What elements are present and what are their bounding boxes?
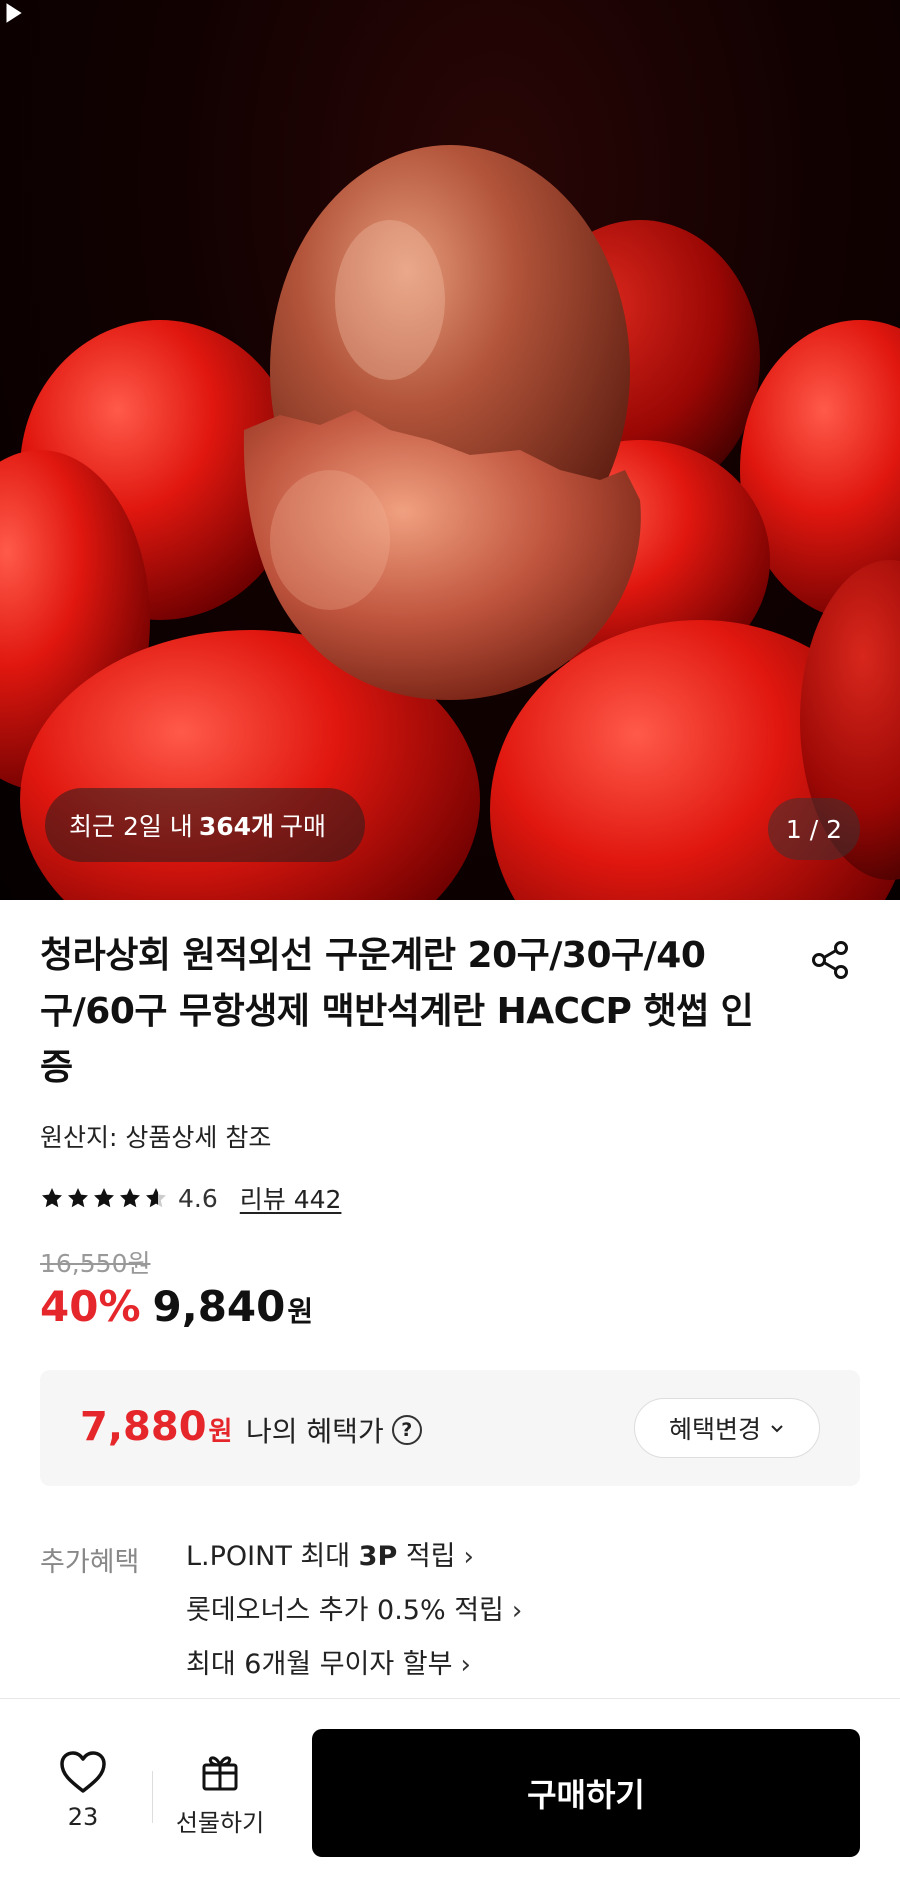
star-icon	[120, 1188, 140, 1208]
extra-benefit-installment[interactable]: 최대 6개월 무이자 할부 ›	[186, 1648, 522, 1702]
gift-button[interactable]: 선물하기	[170, 1749, 270, 1838]
divider	[152, 1771, 153, 1823]
buy-button[interactable]: 구매하기	[312, 1729, 860, 1857]
rating-stars	[40, 1186, 168, 1210]
extra-item-text: L.POINT 최대 3P 적립	[186, 1540, 456, 1574]
rating-row: 4.6 리뷰 442	[40, 1180, 341, 1216]
bottom-action-bar: 23 선물하기 구매하기	[0, 1698, 900, 1885]
extra-benefits-list: L.POINT 최대 3P 적립 › 롯데오너스 추가 0.5% 적립 › 최대…	[186, 1540, 522, 1702]
play-icon[interactable]	[0, 0, 26, 26]
benefit-price-currency: 원	[208, 1417, 233, 1447]
benefit-price-value: 7,880	[80, 1404, 207, 1450]
chevron-right-icon: ›	[460, 1650, 471, 1680]
extra-item-prefix: L.POINT 최대	[186, 1541, 359, 1572]
star-icon	[94, 1188, 114, 1208]
like-button[interactable]: 23	[48, 1749, 118, 1831]
rating-value: 4.6	[178, 1183, 218, 1213]
heart-icon	[60, 1751, 106, 1793]
product-title: 청라상회 원적외선 구운계란 20구/30구/40구/60구 무항생제 맥반석계…	[40, 935, 754, 1088]
extra-item-text: 최대 6개월 무이자 할부	[186, 1649, 453, 1680]
gift-label: 선물하기	[175, 1809, 265, 1837]
chevron-right-icon: ›	[463, 1542, 474, 1572]
egg-photo	[0, 145, 900, 900]
chevron-down-icon	[771, 1425, 783, 1433]
extra-item-suffix: 적립	[397, 1541, 456, 1572]
origin-info: 원산지: 상품상세 참조	[40, 1123, 272, 1152]
recent-suffix: 구매	[280, 812, 327, 841]
extra-benefits-label: 추가혜택	[40, 1547, 140, 1578]
star-icon	[68, 1188, 88, 1208]
star-half-icon	[146, 1188, 166, 1208]
product-image[interactable]: 최근 2일 내 364개 구매 1 / 2	[0, 0, 900, 900]
original-price: 16,550원	[40, 1249, 151, 1278]
benefit-price: 7,880 원	[80, 1404, 232, 1450]
recent-purchase-badge: 최근 2일 내 364개 구매	[45, 788, 365, 862]
image-pager: 1 / 2	[768, 798, 860, 860]
benefit-box: 7,880 원 나의 혜택가 ? 혜택변경	[40, 1370, 860, 1486]
sale-price: 9,840	[152, 1282, 286, 1331]
price-row: 40% 9,840 원	[40, 1282, 313, 1331]
change-benefit-label: 혜택변경	[668, 1415, 761, 1444]
discount-rate: 40%	[40, 1282, 141, 1331]
share-icon[interactable]	[808, 938, 852, 982]
chevron-right-icon: ›	[511, 1596, 523, 1626]
recent-prefix: 최근 2일 내	[69, 812, 193, 841]
price-currency: 원	[287, 1295, 314, 1328]
review-link[interactable]: 리뷰 442	[240, 1180, 342, 1216]
star-icon	[42, 1188, 62, 1208]
change-benefit-button[interactable]: 혜택변경	[634, 1398, 820, 1458]
extra-benefit-owners[interactable]: 롯데오너스 추가 0.5% 적립 ›	[186, 1594, 522, 1648]
benefit-label-group: 나의 혜택가 ?	[246, 1410, 422, 1450]
question-circle-icon[interactable]: ?	[391, 1415, 422, 1445]
gift-icon	[202, 1756, 238, 1791]
benefit-label: 나의 혜택가	[246, 1415, 384, 1448]
extra-item-text: 롯데오너스 추가 0.5% 적립	[186, 1595, 504, 1626]
recent-count: 364개	[198, 812, 274, 841]
like-count: 23	[67, 1803, 99, 1831]
extra-item-bold: 3P	[358, 1541, 398, 1572]
extra-benefit-lpoint[interactable]: L.POINT 최대 3P 적립 ›	[186, 1540, 522, 1594]
